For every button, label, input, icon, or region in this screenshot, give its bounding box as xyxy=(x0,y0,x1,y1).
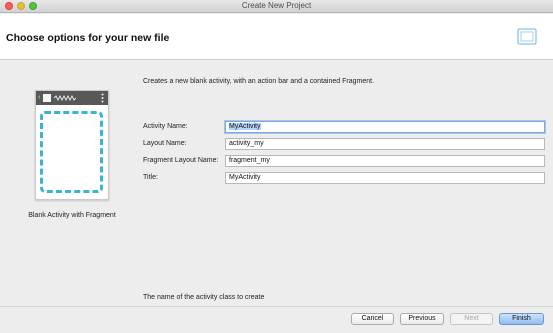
activity-name-label: Activity Name: xyxy=(143,123,188,130)
fragment-layout-name-label: Fragment Layout Name: xyxy=(143,157,219,164)
page-title: Choose options for your new file xyxy=(6,32,170,44)
previous-button[interactable]: Previous xyxy=(400,313,444,325)
activity-name-field[interactable]: MyActivity xyxy=(225,121,545,133)
wizard-header: Choose options for your new file xyxy=(0,14,553,60)
finish-button[interactable]: Finish xyxy=(499,313,544,325)
next-button[interactable]: Next xyxy=(450,313,493,325)
title-label: Title: xyxy=(143,174,158,181)
layout-name-label: Layout Name: xyxy=(143,140,187,147)
title-field[interactable]: MyActivity xyxy=(225,172,545,184)
template-description: Creates a new blank activity, with an ac… xyxy=(143,78,374,85)
create-project-window: Create New Project Choose options for yo… xyxy=(0,0,553,333)
activity-name-value: MyActivity xyxy=(229,123,261,130)
tablet-icon xyxy=(517,28,537,45)
title-bar: Create New Project xyxy=(0,0,553,13)
layout-name-field[interactable]: activity_my xyxy=(225,138,545,150)
window-title: Create New Project xyxy=(241,1,312,10)
field-hint: The name of the activity class to create xyxy=(143,294,265,301)
chevron-left-icon: ‹ xyxy=(38,94,41,101)
fragment-placeholder xyxy=(40,111,103,193)
overflow-menu-icon xyxy=(101,93,104,103)
title-placeholder-icon xyxy=(54,94,76,102)
cancel-button[interactable]: Cancel xyxy=(351,313,394,325)
template-preview: ‹ xyxy=(35,90,109,200)
app-icon xyxy=(43,94,51,102)
action-bar-preview: ‹ xyxy=(36,91,108,105)
template-caption: Blank Activity with Fragment xyxy=(28,212,116,219)
footer-divider xyxy=(0,306,553,307)
fragment-layout-name-field[interactable]: fragment_my xyxy=(225,155,545,167)
